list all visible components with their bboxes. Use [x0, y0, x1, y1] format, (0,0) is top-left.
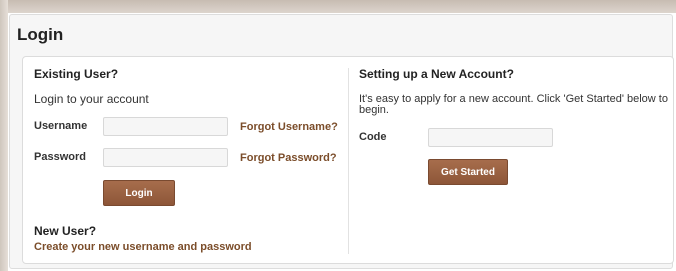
new-user-heading: New User? [34, 224, 97, 238]
username-label: Username [34, 120, 88, 132]
top-band [0, 0, 676, 13]
login-subheading: Login to your account [34, 92, 149, 106]
get-started-button[interactable]: Get Started [428, 159, 508, 185]
forgot-username-link[interactable]: Forgot Username? [240, 121, 338, 133]
page-title: Login [17, 25, 64, 44]
new-account-description: It's easy to apply for a new account. Cl… [359, 93, 668, 116]
new-account-heading: Setting up a New Account? [359, 67, 514, 81]
left-band [0, 0, 8, 271]
login-button[interactable]: Login [103, 180, 175, 206]
existing-user-heading: Existing User? [34, 67, 119, 81]
column-divider [348, 68, 349, 254]
username-input[interactable] [103, 117, 228, 136]
forgot-password-link[interactable]: Forgot Password? [240, 152, 337, 164]
code-input[interactable] [428, 128, 553, 147]
code-label: Code [359, 131, 387, 143]
create-account-link[interactable]: Create your new username and password [34, 241, 252, 253]
password-input[interactable] [103, 148, 228, 167]
password-label: Password [34, 151, 86, 163]
